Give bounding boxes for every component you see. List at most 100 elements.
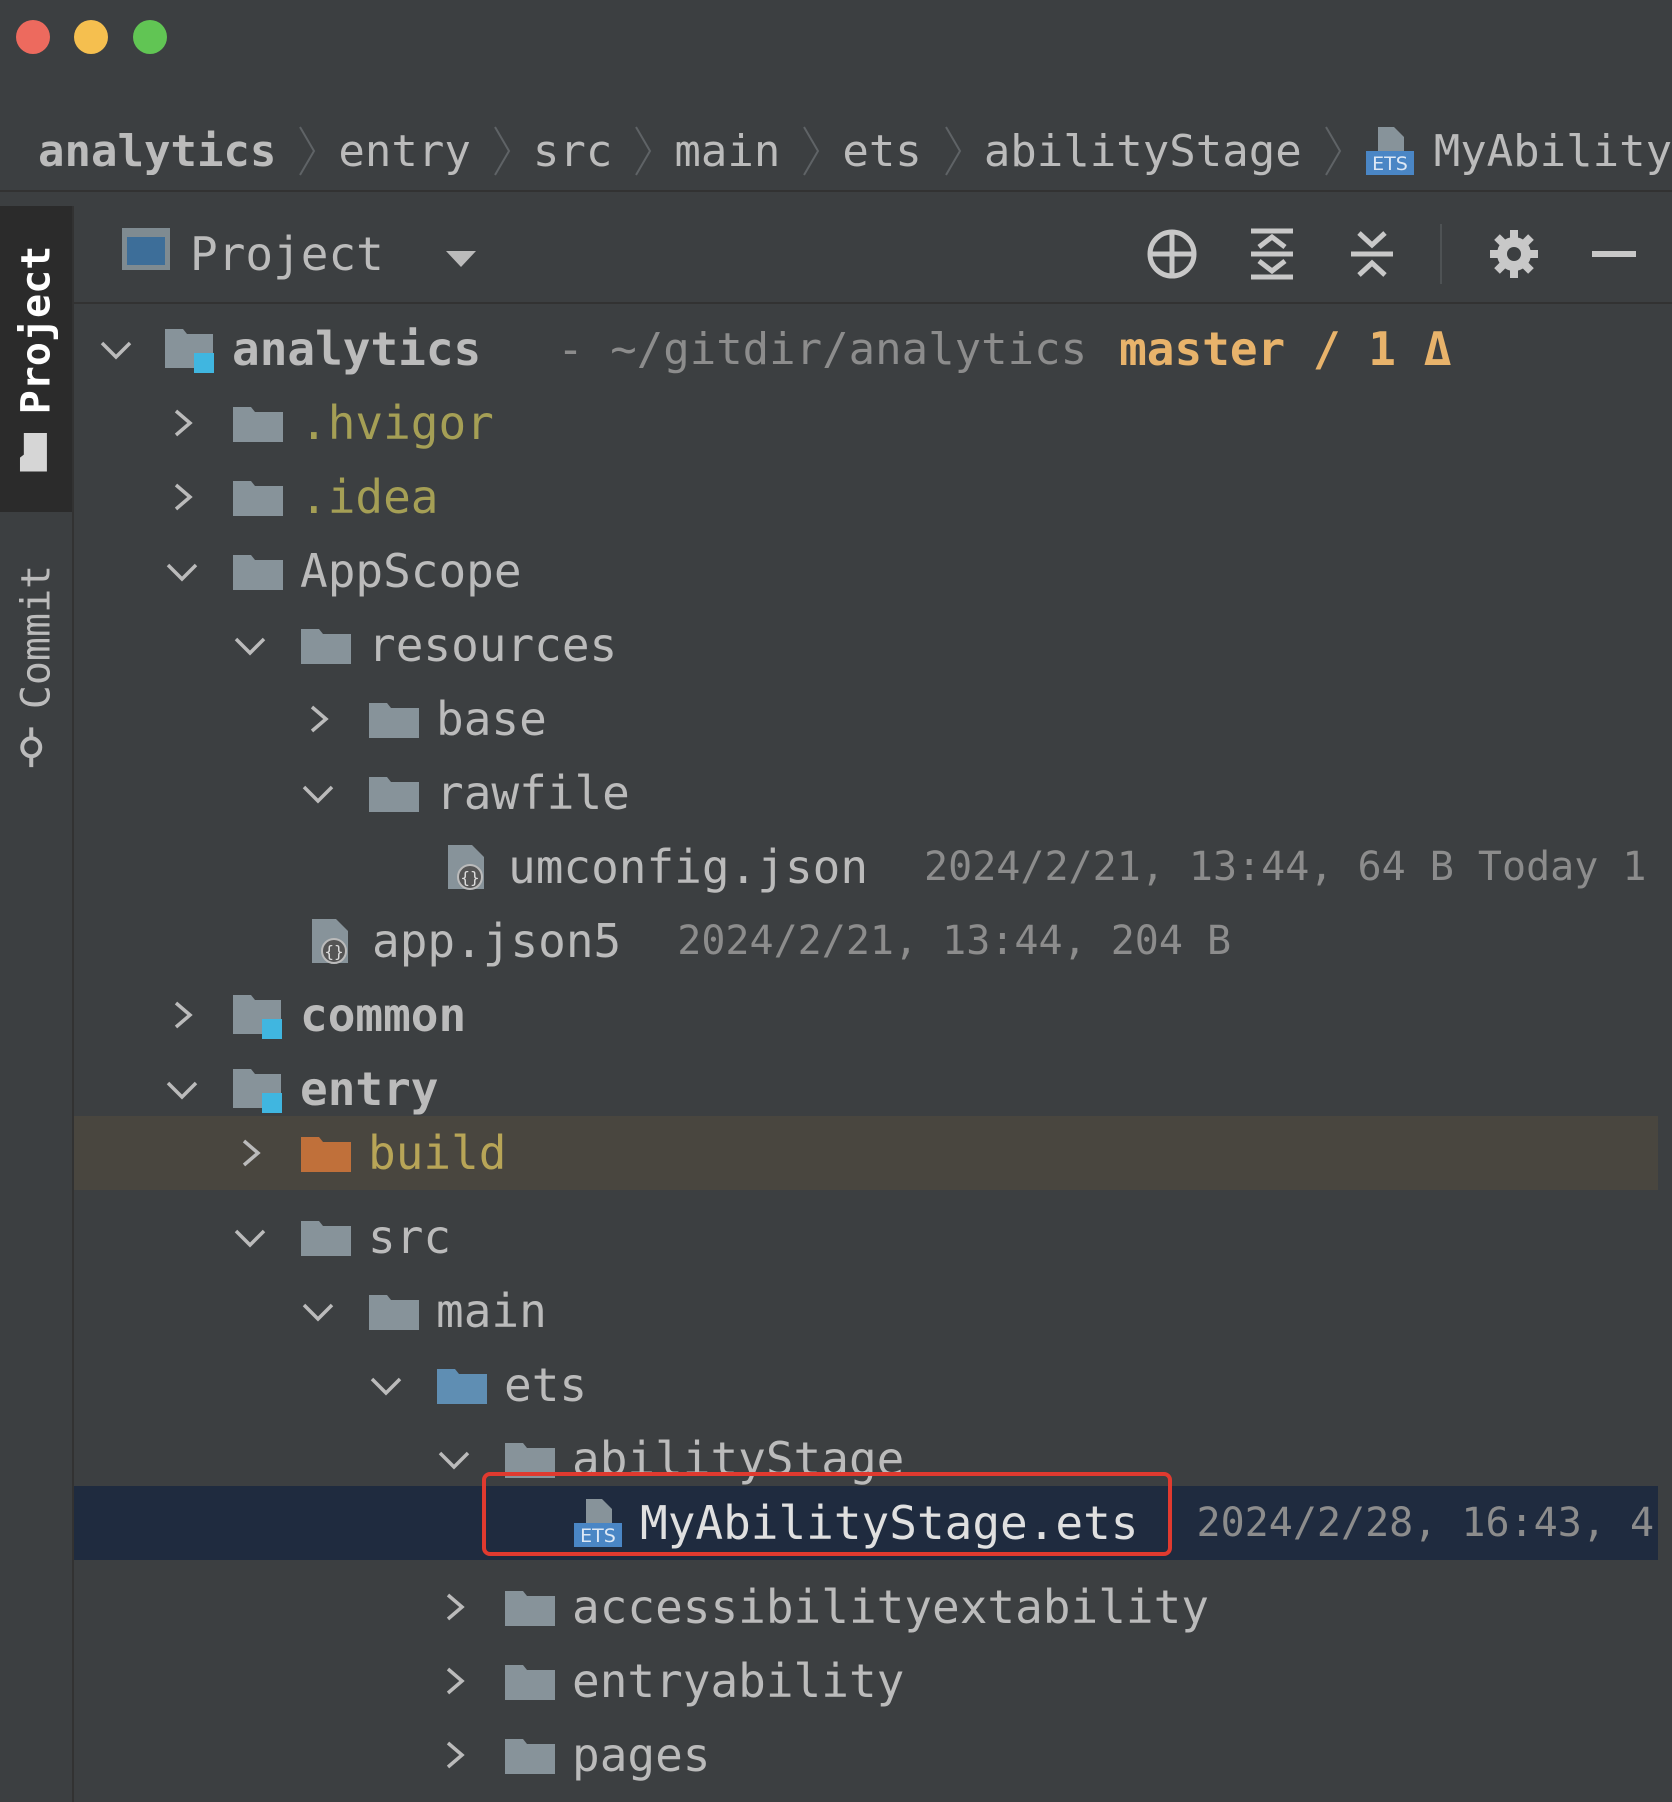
breadcrumb-item-abilitystage[interactable]: abilityStage	[984, 126, 1302, 177]
close-window-button[interactable]	[16, 20, 50, 54]
tree-node-label: base	[436, 692, 547, 746]
chevron-right-icon[interactable]	[434, 1661, 474, 1701]
tree-node-label: pages	[572, 1728, 711, 1782]
tool-window-stripe: Project Commit	[0, 206, 74, 1802]
folder-icon	[368, 693, 420, 745]
chevron-right-icon[interactable]	[162, 477, 202, 517]
git-branch-status: master / 1 Δ	[1119, 322, 1452, 376]
commit-tool-tab[interactable]: Commit	[0, 536, 72, 796]
locate-icon[interactable]	[1144, 226, 1200, 282]
tree-node-label: app.json5	[372, 914, 622, 968]
tree-node-base[interactable]: base	[74, 682, 1658, 756]
chevron-down-icon[interactable]	[230, 625, 270, 665]
file-metadata: 2024/2/21, 13:44, 204 B	[677, 918, 1232, 964]
project-tab-label: Project	[13, 245, 60, 415]
tree-node-label: src	[368, 1210, 452, 1264]
tree-node-appscope[interactable]: AppScope	[74, 534, 1658, 608]
tree-node-build[interactable]: build	[74, 1116, 1658, 1190]
folder-icon	[368, 1285, 420, 1337]
tree-node-analytics[interactable]: analytics - ~/gitdir/analytics master / …	[74, 312, 1658, 386]
chevron-down-icon[interactable]	[298, 773, 338, 813]
breadcrumb-separator-icon	[798, 123, 824, 179]
project-tree: analytics - ~/gitdir/analytics master / …	[74, 304, 1658, 1802]
breadcrumb-separator-icon	[489, 123, 515, 179]
tree-node-main[interactable]: main	[74, 1274, 1658, 1348]
folder-icon	[504, 1655, 556, 1707]
folder-icon	[300, 1211, 352, 1263]
json-file-icon	[304, 915, 356, 967]
chevron-right-icon[interactable]	[434, 1735, 474, 1775]
tree-node-ets[interactable]: ets	[74, 1348, 1658, 1422]
tree-node-entryability[interactable]: entryability	[74, 1644, 1658, 1718]
minimize-window-button[interactable]	[74, 20, 108, 54]
tree-node-partial[interactable]	[74, 1792, 1658, 1802]
tree-node-umconfig-json[interactable]: umconfig.json 2024/2/21, 13:44, 64 B Tod…	[74, 830, 1658, 904]
chevron-down-icon[interactable]	[298, 1291, 338, 1331]
breadcrumb-separator-icon	[940, 123, 966, 179]
breadcrumb-item-entry[interactable]: entry	[338, 126, 470, 177]
tree-node-label: ets	[504, 1358, 588, 1412]
breadcrumb-separator-icon	[1320, 123, 1346, 179]
folder-icon	[232, 471, 284, 523]
chevron-right-icon[interactable]	[162, 403, 202, 443]
tree-node-hvigor[interactable]: .hvigor	[74, 386, 1658, 460]
tree-node-entry[interactable]: entry	[74, 1052, 1658, 1126]
chevron-down-icon[interactable]	[366, 1365, 406, 1405]
ets-file-icon	[572, 1497, 624, 1549]
tree-node-accessibilityextability[interactable]: accessibilityextability	[74, 1570, 1658, 1644]
module-icon	[232, 989, 284, 1041]
folder-icon	[504, 1433, 556, 1485]
tree-node-abilitystage[interactable]: abilityStage	[74, 1422, 1658, 1496]
folder-icon	[13, 432, 59, 472]
tree-node-label: resources	[368, 618, 618, 672]
collapse-all-icon[interactable]	[1344, 226, 1400, 282]
chevron-right-icon[interactable]	[230, 1133, 270, 1173]
folder-icon	[300, 619, 352, 671]
tree-node-label: main	[436, 1284, 547, 1338]
breadcrumb: analytics entry src main ets abilityStag…	[0, 112, 1672, 192]
tree-node-label: accessibilityextability	[572, 1580, 1209, 1634]
tree-node-myabilitystage-ets[interactable]: MyAbilityStage.ets 2024/2/28, 16:43, 4	[74, 1486, 1658, 1560]
hide-panel-icon[interactable]	[1586, 226, 1642, 282]
tree-node-src[interactable]: src	[74, 1200, 1658, 1274]
project-panel-header: Project	[74, 206, 1672, 304]
tree-node-label: common	[300, 988, 467, 1042]
tree-node-rawfile[interactable]: rawfile	[74, 756, 1658, 830]
chevron-down-icon	[444, 227, 478, 281]
toolbar-divider	[1440, 224, 1442, 284]
chevron-down-icon[interactable]	[162, 1069, 202, 1109]
chevron-down-icon[interactable]	[230, 1217, 270, 1257]
tree-node-idea[interactable]: .idea	[74, 460, 1658, 534]
tree-node-resources[interactable]: resources	[74, 608, 1658, 682]
chevron-down-icon[interactable]	[96, 329, 136, 369]
source-folder-icon	[436, 1359, 488, 1411]
chevron-right-icon[interactable]	[298, 699, 338, 739]
chevron-right-icon[interactable]	[162, 995, 202, 1035]
project-tool-tab[interactable]: Project	[0, 206, 72, 512]
panel-toolbar	[1100, 224, 1642, 284]
maximize-window-button[interactable]	[133, 20, 167, 54]
gear-icon[interactable]	[1486, 226, 1542, 282]
folder-icon	[232, 545, 284, 597]
chevron-right-icon[interactable]	[434, 1587, 474, 1627]
breadcrumb-item-myabilitystage[interactable]: MyAbilityStage	[1364, 125, 1672, 177]
commit-icon	[11, 727, 61, 768]
project-path: - ~/gitdir/analytics	[557, 323, 1088, 375]
chevron-down-icon[interactable]	[162, 551, 202, 591]
breadcrumb-item-src[interactable]: src	[533, 126, 612, 177]
tree-node-app-json5[interactable]: app.json5 2024/2/21, 13:44, 204 B	[74, 904, 1658, 978]
expand-all-icon[interactable]	[1244, 226, 1300, 282]
tree-node-pages[interactable]: pages	[74, 1718, 1658, 1792]
folder-icon	[232, 397, 284, 449]
project-view-selector[interactable]: Project	[120, 226, 478, 282]
tree-node-label: abilityStage	[572, 1432, 905, 1486]
breadcrumb-item-main[interactable]: main	[674, 126, 780, 177]
breadcrumb-item-ets[interactable]: ets	[842, 126, 921, 177]
folder-icon	[368, 767, 420, 819]
tree-node-common[interactable]: common	[74, 978, 1658, 1052]
excluded-folder-icon	[300, 1127, 352, 1179]
module-icon	[164, 323, 216, 375]
chevron-down-icon[interactable]	[434, 1439, 474, 1479]
breadcrumb-item-analytics[interactable]: analytics	[38, 126, 276, 177]
folder-icon	[504, 1729, 556, 1781]
